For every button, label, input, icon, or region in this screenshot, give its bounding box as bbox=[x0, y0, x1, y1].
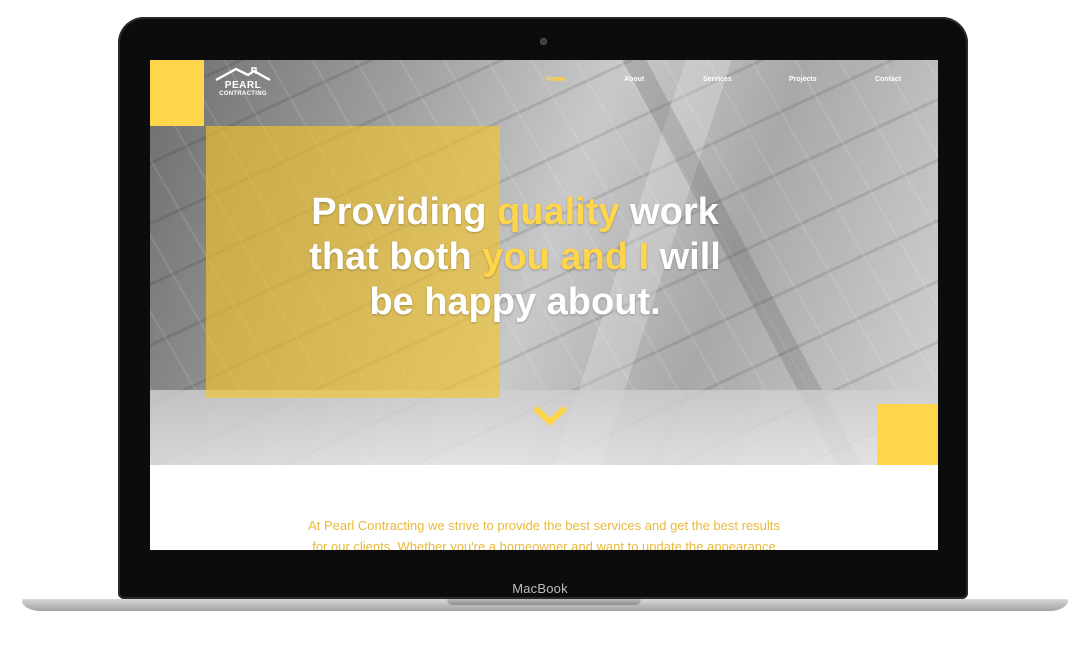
accent-square-top bbox=[150, 60, 204, 126]
intro-line-1: At Pearl Contracting we strive to provid… bbox=[308, 518, 780, 533]
nav-home[interactable]: Home bbox=[546, 76, 565, 83]
laptop-notch bbox=[447, 599, 641, 605]
intro-paragraph: At Pearl Contracting we strive to provid… bbox=[270, 515, 818, 550]
nav-contact[interactable]: Contact bbox=[875, 76, 901, 83]
intro-line-2: for our clients. Whether you're a homeow… bbox=[312, 539, 776, 550]
logo-line-2: CONTRACTING bbox=[219, 91, 267, 97]
headline-text: work bbox=[619, 191, 719, 233]
headline-text: will bbox=[649, 236, 721, 278]
main-nav: Home About Services Projects Contact bbox=[150, 76, 938, 88]
headline-highlight: quality bbox=[497, 191, 620, 233]
website-screen: PEARL CONTRACTING Home About Services Pr… bbox=[150, 60, 938, 550]
headline-line-1: Providing quality work bbox=[275, 190, 755, 235]
headline-text: that both bbox=[309, 236, 483, 278]
hero-headline: Providing quality work that both you and… bbox=[275, 190, 755, 325]
device-label: MacBook bbox=[512, 581, 568, 596]
accent-square-bottom bbox=[877, 404, 938, 465]
chevron-down-icon[interactable] bbox=[532, 402, 568, 430]
headline-text: Providing bbox=[311, 191, 498, 233]
nav-about[interactable]: About bbox=[624, 76, 644, 83]
headline-line-2: that both you and I will bbox=[275, 235, 755, 280]
nav-projects[interactable]: Projects bbox=[789, 76, 817, 83]
camera-dot bbox=[540, 38, 547, 45]
headline-line-3: be happy about. bbox=[369, 281, 661, 323]
nav-services[interactable]: Services bbox=[703, 76, 732, 83]
headline-highlight: you and I bbox=[482, 236, 650, 278]
